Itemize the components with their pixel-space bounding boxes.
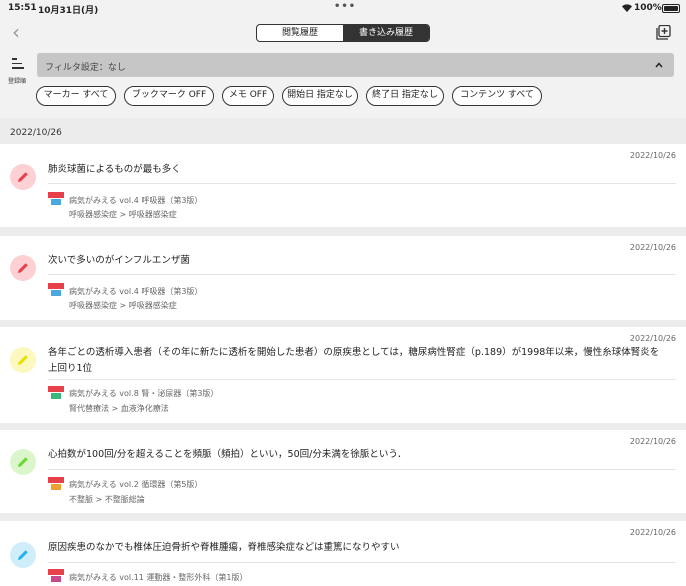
highlighted-text: 次いで多いのがインフルエンザ菌: [48, 255, 190, 266]
card-date: 2022/10/26: [629, 334, 676, 343]
history-card[interactable]: 2022/10/26 肺炎球菌によるものが最も多く 病気がみえる vol.4 呼…: [0, 144, 686, 227]
history-card[interactable]: 2022/10/26 心拍数が100回/分を超えることを頻脈（頻拍）といい，50…: [0, 430, 686, 513]
status-time: 15:51: [8, 3, 37, 13]
sort-order-label: 登録順: [8, 78, 27, 85]
marker-pen-icon: [10, 255, 36, 281]
chip-contents[interactable]: コンテンツ すべて: [452, 86, 542, 106]
highlighted-text: 原因疾患のなかでも椎体圧迫骨折や脊椎腫瘍，脊椎感染症などは重篤になりやすい: [48, 542, 400, 553]
book-title: 病気がみえる vol.11 運動器・整形外科（第1版）: [69, 573, 248, 582]
chip-memo[interactable]: メモ OFF: [222, 86, 274, 106]
chip-marker[interactable]: マーカー すべて: [36, 86, 116, 106]
divider: [48, 562, 676, 563]
wifi-icon: [622, 4, 632, 12]
chevron-up-icon: [655, 62, 663, 68]
marker-pen-icon: [10, 164, 36, 190]
history-card[interactable]: 2022/10/26 次いで多いのがインフルエンザ菌 病気がみえる vol.4 …: [0, 236, 686, 320]
marker-pen-icon: [10, 542, 36, 568]
card-date: 2022/10/26: [629, 437, 676, 446]
book-title: 病気がみえる vol.4 呼吸器（第3版）: [69, 196, 203, 205]
chip-end-date[interactable]: 終了日 指定なし: [366, 86, 444, 106]
category-path: 腎代替療法 > 血液浄化療法: [69, 404, 169, 413]
book-title: 病気がみえる vol.4 呼吸器（第3版）: [69, 287, 203, 296]
chip-start-date[interactable]: 開始日 指定なし: [282, 86, 358, 106]
history-segmented-control: 閲覧履歴 書き込み履歴: [256, 24, 430, 42]
marker-pen-icon: [10, 449, 36, 475]
battery-percent: 100%: [634, 3, 662, 13]
sort-order-button[interactable]: 登録順: [8, 56, 30, 85]
category-path: 不整脈 > 不整脈総論: [69, 495, 145, 504]
divider: [48, 469, 676, 470]
back-chevron-icon[interactable]: ‹: [12, 22, 32, 43]
book-title: 病気がみえる vol.8 腎・泌尿器（第3版）: [69, 389, 219, 398]
chip-bookmark[interactable]: ブックマーク OFF: [124, 86, 214, 106]
book-cover-icon: [48, 569, 64, 586]
highlighted-text: 心拍数が100回/分を超えることを頻脈（頻拍）といい，50回/分未満を徐脈という…: [48, 449, 407, 460]
tab-browsing-history[interactable]: 閲覧履歴: [257, 25, 343, 41]
divider: [48, 183, 676, 184]
history-card[interactable]: 2022/10/26 各年ごとの透析導入患者（その年に新たに透析を開始した患者）…: [0, 327, 686, 423]
book-title: 病気がみえる vol.2 循環器（第5版）: [69, 480, 203, 489]
tab-written-history[interactable]: 書き込み履歴: [343, 25, 429, 41]
multitasking-dots[interactable]: •••: [334, 1, 356, 12]
card-date: 2022/10/26: [629, 243, 676, 252]
add-note-icon[interactable]: [656, 25, 671, 40]
divider: [48, 274, 676, 275]
battery-icon: [662, 4, 680, 13]
status-date: 10月31日(月): [38, 6, 99, 16]
filter-settings-text: フィルタ設定：なし: [45, 63, 126, 73]
book-cover-icon: [48, 477, 64, 495]
divider: [48, 379, 676, 380]
card-date: 2022/10/26: [629, 151, 676, 160]
navigation-bar: ‹ 閲覧履歴 書き込み履歴: [0, 16, 686, 50]
highlighted-text: 各年ごとの透析導入患者（その年に新たに透析を開始した患者）の原疾患としては，糖尿…: [48, 347, 660, 374]
book-cover-icon: [48, 386, 64, 404]
status-bar: 15:51 10月31日(月) ••• 100%: [0, 0, 686, 16]
group-date-header: 2022/10/26: [10, 128, 62, 138]
book-cover-icon: [48, 192, 64, 210]
history-card[interactable]: 2022/10/26 原因疾患のなかでも椎体圧迫骨折や脊椎腫瘍，脊椎感染症などは…: [0, 521, 686, 586]
marker-pen-icon: [10, 347, 36, 373]
highlighted-text: 肺炎球菌によるものが最も多く: [48, 164, 181, 175]
sort-lines-icon: [12, 58, 24, 72]
category-path: 呼吸器感染症 > 呼吸器感染症: [69, 301, 177, 310]
card-date: 2022/10/26: [629, 528, 676, 537]
book-cover-icon: [48, 283, 64, 301]
category-path: 呼吸器感染症 > 呼吸器感染症: [69, 210, 177, 219]
filter-area: 登録順 フィルタ設定：なし マーカー すべて ブックマーク OFF メモ OFF…: [0, 50, 686, 118]
filter-settings-bar[interactable]: フィルタ設定：なし: [37, 53, 674, 77]
